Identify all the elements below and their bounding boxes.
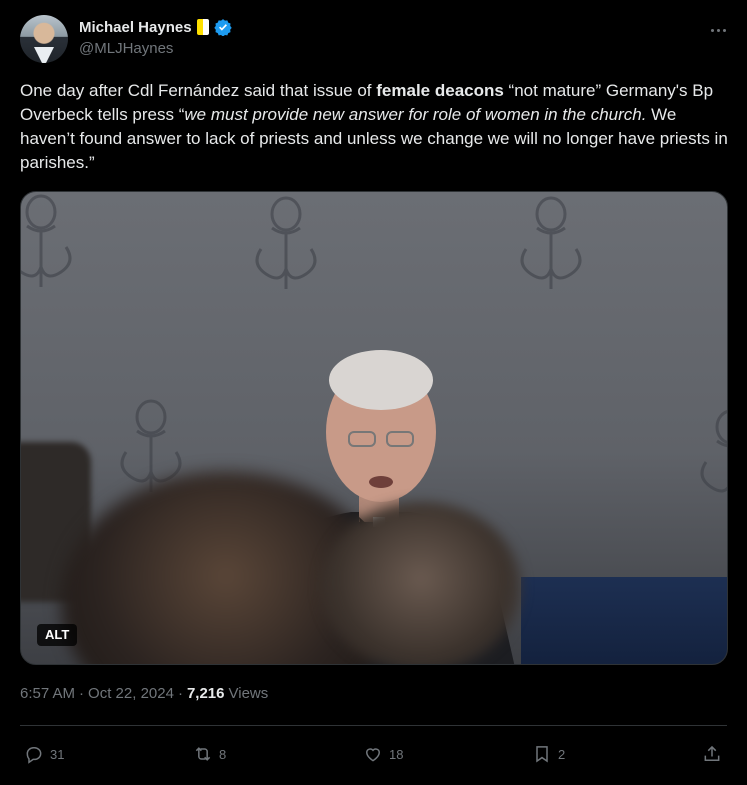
repost-button[interactable]: 8	[193, 741, 226, 767]
reply-count: 31	[50, 746, 65, 762]
action-bar: 31 8 18 2	[20, 741, 727, 767]
reply-icon	[26, 747, 42, 764]
views-count: 7,216	[186, 685, 225, 702]
author-handle[interactable]: @MLJHaynes	[79, 40, 173, 57]
like-button[interactable]: 18	[363, 741, 403, 767]
papal-crest-lower-right	[700, 410, 727, 493]
tweet-meta: 6:57 AM · Oct 22, 2024 · 7,216 Views	[20, 685, 268, 702]
repost-count: 8	[219, 746, 227, 762]
tweet-text-part1: One day after Cdl Fernández said that is…	[20, 81, 377, 100]
views-label: Views	[228, 685, 269, 702]
meta-separator: ·	[177, 685, 183, 702]
papal-crest-top	[255, 196, 317, 289]
repost-icon	[195, 747, 211, 761]
more-options-icon[interactable]	[706, 20, 730, 40]
vatican-flag-icon	[196, 19, 209, 35]
tweet-date[interactable]: Oct 22, 2024	[88, 685, 174, 702]
reply-button[interactable]: 31	[24, 741, 64, 767]
bookmark-count: 2	[558, 746, 566, 762]
tweet: Michael Haynes @MLJHaynes One day after …	[0, 0, 747, 785]
author-name-row: Michael Haynes	[79, 18, 232, 36]
tweet-photo[interactable]: ALT	[20, 191, 728, 665]
avatar[interactable]	[20, 15, 68, 63]
papal-crest-left	[21, 194, 72, 287]
tweet-text-bold: female deacons	[376, 81, 504, 100]
tweet-text-italic: we must provide new answer for role of w…	[184, 105, 647, 124]
author-display-name[interactable]: Michael Haynes	[79, 19, 192, 36]
tweet-text: One day after Cdl Fernández said that is…	[20, 79, 732, 175]
bookmark-button[interactable]: 2	[532, 741, 565, 767]
share-button[interactable]	[702, 741, 722, 767]
desk	[521, 577, 727, 664]
heart-icon	[365, 748, 381, 762]
divider	[20, 725, 727, 726]
tweet-time[interactable]: 6:57 AM	[20, 685, 75, 702]
verified-badge-icon	[213, 19, 232, 36]
meta-separator: ·	[79, 685, 85, 702]
papal-crest-right	[520, 196, 582, 289]
bookmark-icon	[536, 746, 548, 763]
like-count: 18	[389, 746, 404, 762]
blurred-head-foreground-2	[321, 502, 521, 664]
share-icon	[704, 745, 720, 761]
alt-text-badge[interactable]: ALT	[37, 624, 78, 646]
